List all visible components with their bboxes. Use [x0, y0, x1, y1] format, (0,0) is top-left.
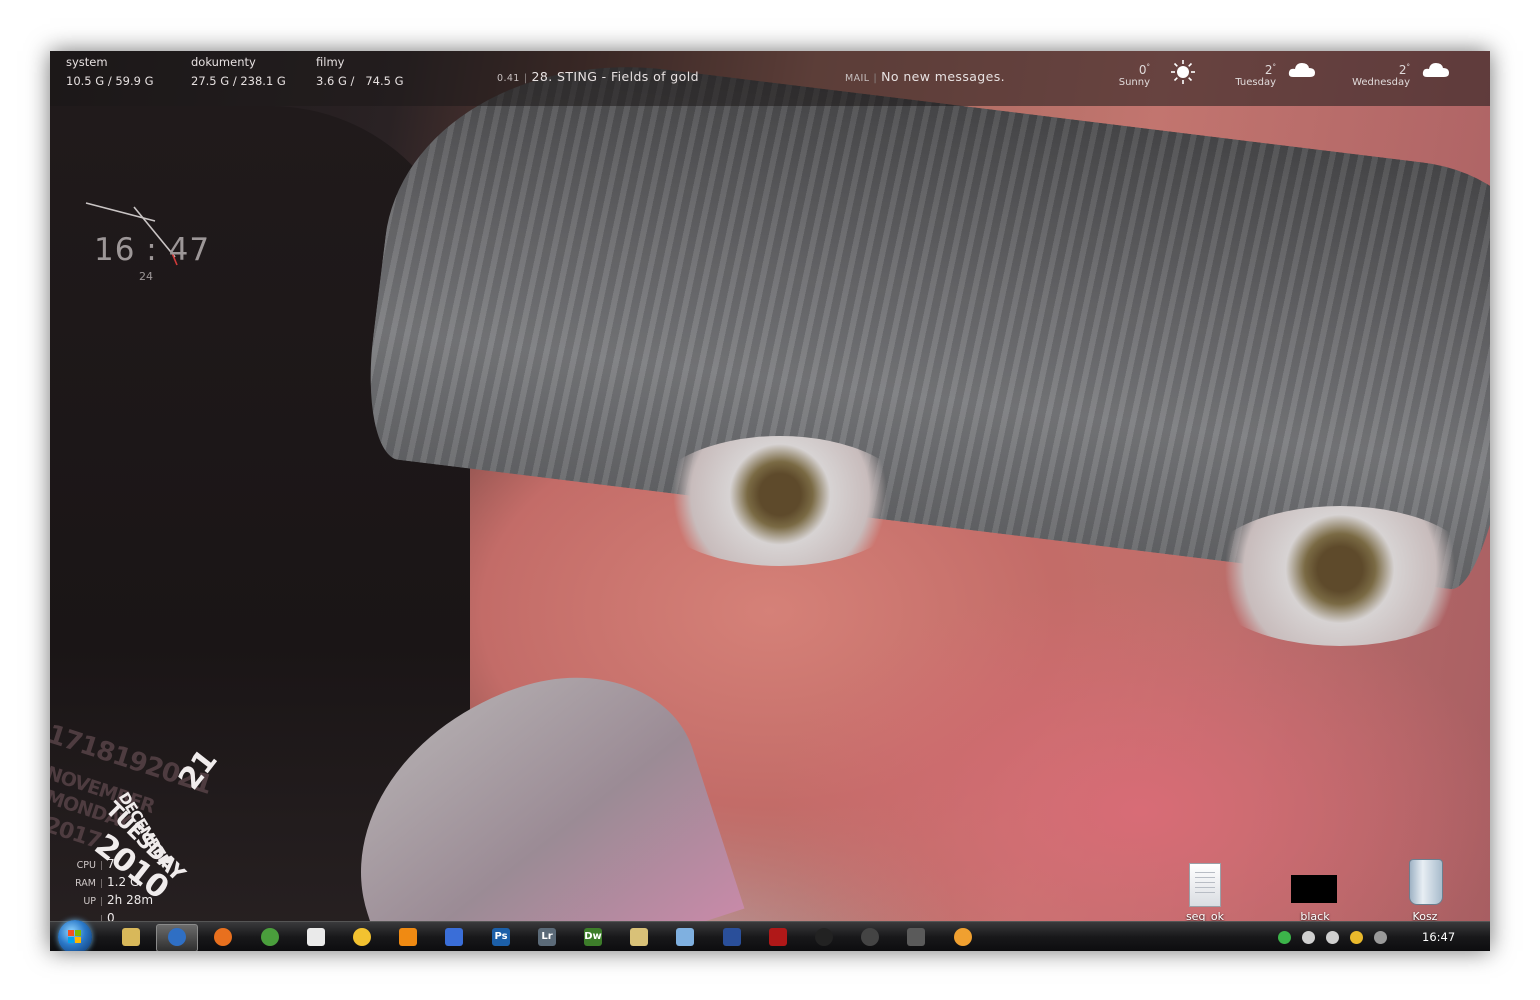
weather-day: Sunny	[1118, 77, 1150, 88]
track-position: 0.41	[497, 73, 520, 84]
drive-usage: 10.5 G / 59.9 G	[66, 74, 154, 88]
clock-time: 16 : 47	[94, 232, 211, 268]
separator: |	[100, 897, 104, 907]
weather-temp: 2	[1264, 63, 1273, 77]
chrome-icon[interactable]	[261, 928, 279, 946]
start-button[interactable]	[58, 920, 92, 951]
folder-icon[interactable]	[630, 928, 648, 946]
degree-sign: °	[1272, 63, 1277, 71]
stat-value: 2h 28m	[107, 893, 154, 907]
taskbar-clock[interactable]: 16:47	[1422, 930, 1455, 944]
mail-label: MAIL	[845, 73, 870, 84]
smiley-icon[interactable]	[353, 928, 371, 946]
weather-temp: 0	[1138, 63, 1147, 77]
floppy-icon[interactable]	[723, 928, 741, 946]
separator: |	[873, 73, 878, 84]
stat-ram: RAM | 1.2 G	[70, 875, 153, 893]
stat-label: RAM	[75, 878, 96, 889]
wallpaper-eye	[650, 436, 910, 566]
weather-day: Tuesday	[1235, 77, 1276, 88]
pen-icon[interactable]	[907, 928, 925, 946]
wallpaper-eye	[1200, 506, 1480, 646]
browser-icon[interactable]	[954, 928, 972, 946]
drive-system[interactable]: system 10.5 G / 59.9 G	[66, 55, 154, 88]
weather-wednesday: 2° Wednesday	[1346, 63, 1449, 88]
gear-app-icon[interactable]	[861, 928, 879, 946]
mail-status: No new messages.	[881, 69, 1006, 84]
drive-name: filmy	[316, 55, 345, 69]
clock-widget: 16 : 47 24	[80, 191, 260, 301]
system-stats: CPU | 7 RAM | 1.2 G UP | 2h 28m | 0	[70, 857, 153, 929]
weather-temp: 2	[1398, 63, 1407, 77]
stat-cpu: CPU | 7	[70, 857, 153, 875]
weather-day: Wednesday	[1352, 77, 1410, 88]
windows-logo-icon	[68, 930, 82, 944]
stat-value: 7	[107, 857, 115, 871]
drive-name: system	[66, 55, 108, 69]
drive-filmy[interactable]: filmy 3.6 G / 74.5 G	[316, 55, 404, 88]
stat-value: 1.2 G	[107, 875, 140, 889]
separator: |	[100, 861, 104, 871]
stat-uptime: UP | 2h 28m	[70, 893, 153, 911]
document-icon	[1189, 863, 1221, 907]
notepad-icon[interactable]	[676, 928, 694, 946]
drive-usage: 27.5 G / 238.1 G	[191, 74, 286, 88]
now-playing[interactable]: 0.41 | 28. STING - Fields of gold	[497, 69, 699, 84]
track-title: 28. STING - Fields of gold	[531, 69, 699, 84]
vlc-icon[interactable]	[399, 928, 417, 946]
recycle-bin-icon	[1409, 859, 1443, 905]
separator: |	[523, 73, 528, 84]
cloud-icon	[1288, 63, 1315, 77]
rainmeter-top-bar: system 10.5 G / 59.9 G dokumenty 27.5 G …	[50, 51, 1490, 106]
taskbar: Ps Lr Dw 16:47	[50, 920, 1490, 951]
drive-usage: 3.6 G / 74.5 G	[316, 74, 404, 88]
desktop: system 10.5 G / 59.9 G dokumenty 27.5 G …	[50, 51, 1490, 951]
weather-today: 0° Sunny	[1112, 60, 1195, 88]
green-arrow-icon[interactable]	[1278, 931, 1291, 944]
lightroom-icon[interactable]: Lr	[538, 928, 556, 946]
explorer-icon[interactable]	[122, 928, 140, 946]
clock-tray-icon[interactable]	[1302, 931, 1315, 944]
red-slash-icon[interactable]	[769, 928, 787, 946]
network-icon[interactable]	[1326, 931, 1339, 944]
star-disc-icon[interactable]	[815, 928, 833, 946]
cloud-icon	[1422, 63, 1449, 77]
clock-seconds: 24	[139, 270, 153, 283]
firefox-icon[interactable]	[214, 928, 232, 946]
drive-dokumenty[interactable]: dokumenty 27.5 G / 238.1 G	[191, 55, 286, 88]
people-icon[interactable]	[1350, 931, 1363, 944]
media-player-icon[interactable]	[168, 928, 186, 946]
font-icon[interactable]	[445, 928, 463, 946]
dreamweaver-icon[interactable]: Dw	[584, 928, 602, 946]
degree-sign: °	[1406, 63, 1411, 71]
degree-sign: °	[1146, 63, 1151, 71]
mail-widget[interactable]: MAIL | No new messages.	[845, 69, 1005, 84]
sun-icon	[1171, 60, 1195, 84]
drive-name: dokumenty	[191, 55, 256, 69]
stat-label: UP	[83, 896, 96, 907]
drop-icon[interactable]	[1374, 931, 1387, 944]
black-image-icon	[1291, 875, 1337, 903]
stat-label: CPU	[76, 860, 96, 871]
notes-icon[interactable]	[307, 928, 325, 946]
separator: |	[100, 879, 104, 889]
photoshop-icon[interactable]: Ps	[492, 928, 510, 946]
weather-tuesday: 2° Tuesday	[1230, 63, 1315, 88]
